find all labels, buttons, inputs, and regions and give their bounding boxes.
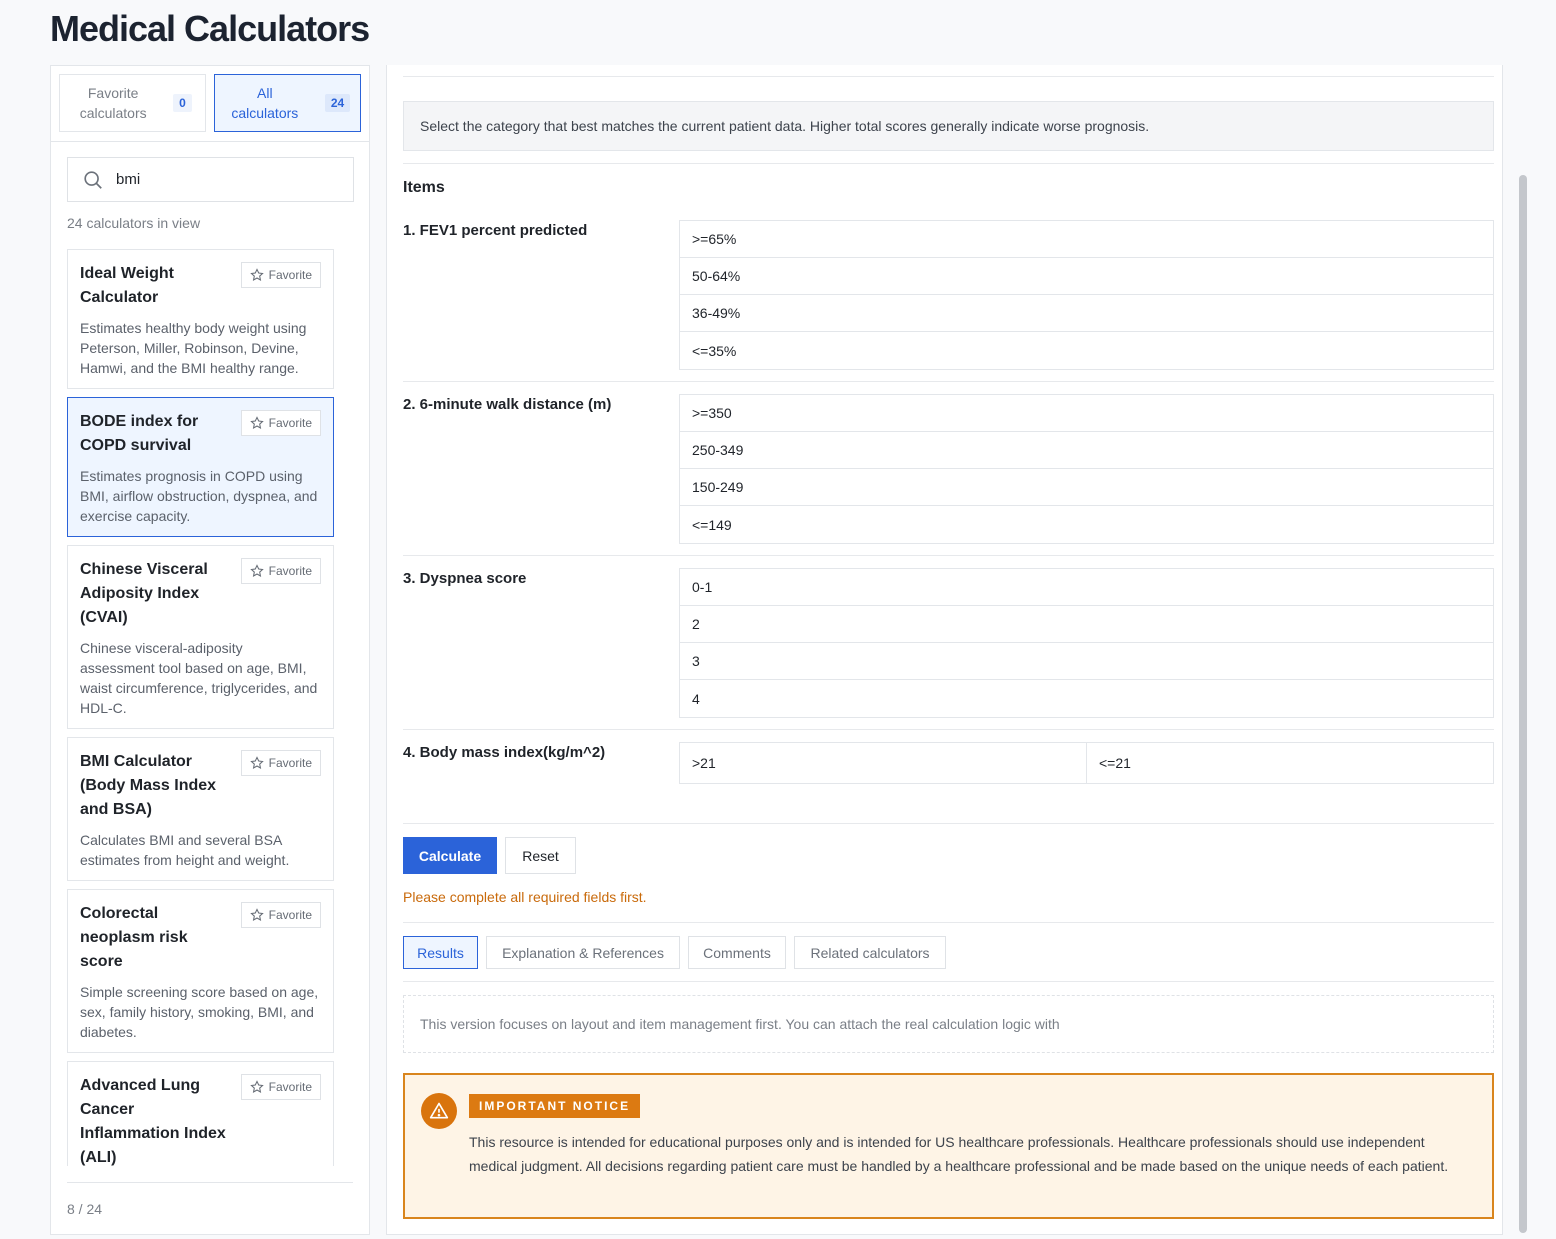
calculator-card-title: Ideal Weight Calculator [80,265,174,306]
calculators-in-view-count: 24 calculators in view [67,215,201,231]
tab-related-calculators[interactable]: Related calculators [794,936,946,969]
page-scrollbar[interactable] [1516,65,1530,1239]
reset-button[interactable]: Reset [505,837,576,874]
search-icon [84,170,102,189]
option-item[interactable]: 150-249 [680,469,1493,506]
page-scrollbar-thumb[interactable] [1519,175,1527,1233]
all-count-badge: 24 [324,94,351,112]
favorite-button[interactable]: Favorite [240,750,321,776]
divider [403,555,1494,556]
calculator-list[interactable]: Ideal Weight Calculator Estimates health… [67,249,355,1166]
calculator-card-description: Estimates prognosis in COPD using BMI, a… [80,468,318,524]
question-label: 2. 6-minute walk distance (m) [403,396,612,413]
instruction-box: Select the category that best matches th… [403,101,1494,151]
star-icon [249,756,264,769]
tab-comments[interactable]: Comments [688,936,786,969]
favorite-button-label: Favorite [268,908,312,922]
option-item[interactable]: 250-349 [680,432,1493,469]
all-calculators-label: All calculators [231,85,299,121]
calculator-card-description: Simple screening score based on age, sex… [80,984,319,1040]
calculator-card-selected[interactable]: BODE index for COPD survival Estimates p… [67,397,334,537]
result-output: This version focuses on layout and item … [403,995,1494,1053]
option-item[interactable]: 0-1 [680,569,1493,606]
favorite-button-label: Favorite [268,1080,312,1094]
warning-icon [421,1093,457,1129]
calculator-card-description: Calculates BMI and several BSA estimates… [80,832,290,868]
favorite-button-label: Favorite [268,756,312,770]
divider [67,1182,353,1183]
calculator-card-description: Chinese visceral-adiposity assessment to… [80,640,318,716]
option-group-fev1: >=65% 50-64% 36-49% <=35% [679,220,1494,370]
favorite-button[interactable]: Favorite [240,902,321,928]
favorite-calculators-tab[interactable]: Favorite calculators 0 [59,74,206,132]
notice-text: This resource is intended for educationa… [469,1134,1449,1174]
question-label: 4. Body mass index(kg/m^2) [403,744,606,761]
option-item[interactable]: 4 [680,680,1493,717]
notice-badge: IMPORTANT NOTICE [469,1094,641,1118]
calculator-card-title: Advanced Lung Cancer Inflammation Index … [80,1077,226,1166]
favorite-calculators-label: Favorite calculators [79,85,147,121]
favorite-count-badge: 0 [173,94,192,112]
calculator-card-title: BMI Calculator (Body Mass Index and BSA) [80,753,217,818]
divider [403,922,1494,923]
favorite-button-label: Favorite [268,268,312,282]
calculator-card-title: Colorectal neoplasm risk score [80,905,188,970]
calculate-button[interactable]: Calculate [403,837,497,874]
pagination-count: 8 / 24 [67,1201,103,1217]
divider [403,823,1494,824]
divider [403,729,1494,730]
divider [403,76,1494,77]
option-group-walk-distance: >=350 250-349 150-249 <=149 [679,394,1494,544]
star-icon [249,564,264,577]
star-icon [249,268,264,281]
calculator-detail-panel: Select the category that best matches th… [386,65,1503,1235]
divider [403,381,1494,382]
option-group-bmi: >21 <=21 [679,742,1494,784]
items-heading: Items [403,179,445,196]
favorite-button[interactable]: Favorite [240,558,321,584]
calculator-card-description: Estimates healthy body weight using Pete… [80,320,307,376]
option-item[interactable]: >=350 [680,395,1493,432]
option-item[interactable]: <=149 [680,506,1493,543]
important-notice: IMPORTANT NOTICE This resource is intend… [403,1073,1494,1219]
star-icon [249,416,264,429]
favorite-button-label: Favorite [268,416,312,430]
tab-explanation-references[interactable]: Explanation & References [486,936,680,969]
favorite-button-label: Favorite [268,564,312,578]
star-icon [249,908,264,921]
question-label: 3. Dyspnea score [403,570,527,587]
option-item[interactable]: 3 [680,643,1493,680]
calculator-card[interactable]: Chinese Visceral Adiposity Index (CVAI) … [67,545,334,729]
favorite-button[interactable]: Favorite [240,410,321,436]
star-icon [249,1080,264,1093]
option-item[interactable]: >21 [680,743,1086,783]
option-item[interactable]: <=21 [1086,743,1493,783]
calculator-card[interactable]: Ideal Weight Calculator Estimates health… [67,249,334,389]
calculator-card[interactable]: BMI Calculator (Body Mass Index and BSA)… [67,737,334,881]
option-item[interactable]: <=35% [680,332,1493,369]
favorite-button[interactable]: Favorite [240,1074,321,1100]
tab-results[interactable]: Results [403,936,478,969]
option-item[interactable]: 36-49% [680,295,1493,332]
calculator-card-title: Chinese Visceral Adiposity Index (CVAI) [80,561,208,626]
calculator-card[interactable]: Colorectal neoplasm risk score Simple sc… [67,889,334,1053]
favorite-button[interactable]: Favorite [240,262,321,288]
calculator-card[interactable]: Advanced Lung Cancer Inflammation Index … [67,1061,334,1166]
divider [403,163,1494,164]
page-title: Medical Calculators [50,8,370,49]
calculator-card-title: BODE index for COPD survival [80,413,199,454]
divider [51,141,369,142]
option-item[interactable]: >=65% [680,221,1493,258]
option-group-dyspnea: 0-1 2 3 4 [679,568,1494,718]
calculator-sidebar: Favorite calculators 0 All calculators 2… [50,65,370,1235]
question-label: 1. FEV1 percent predicted [403,222,588,239]
option-item[interactable]: 50-64% [680,258,1493,295]
divider [403,981,1494,982]
validation-warning: Please complete all required fields firs… [403,889,647,905]
option-item[interactable]: 2 [680,606,1493,643]
all-calculators-tab[interactable]: All calculators 24 [214,74,361,132]
search-input[interactable] [116,171,336,188]
search-field[interactable] [67,157,354,202]
